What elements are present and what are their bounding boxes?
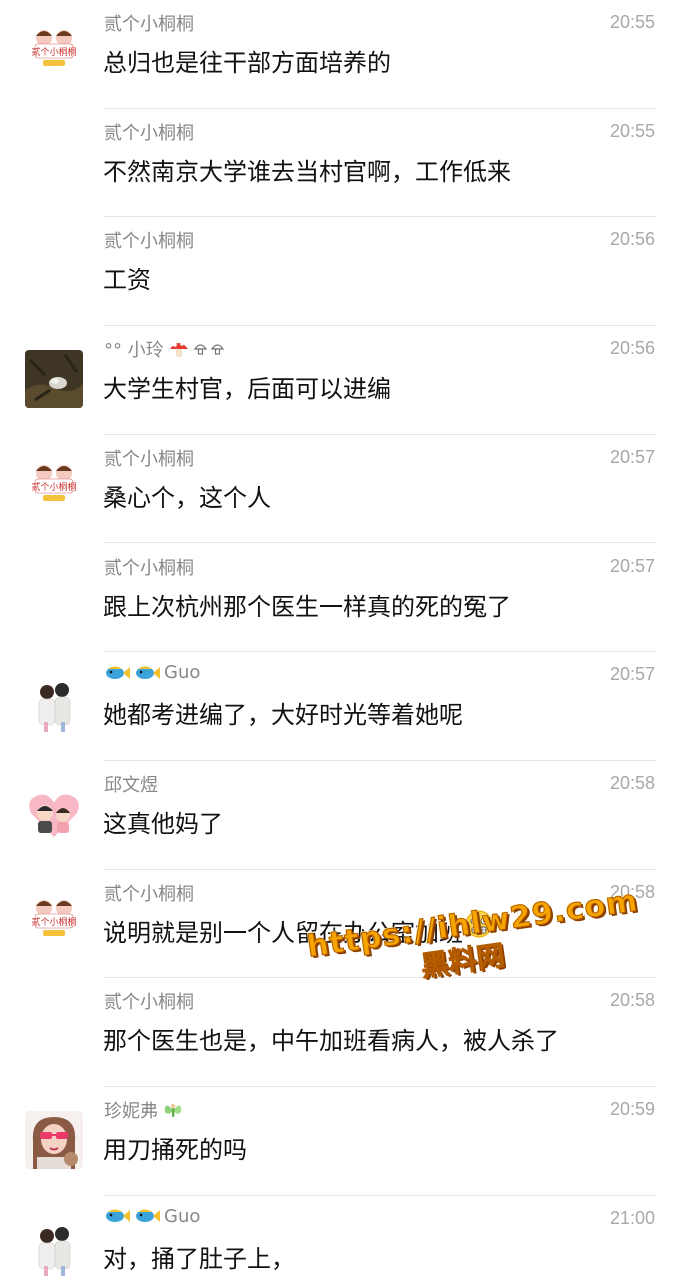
message-time: 20:57: [609, 664, 655, 685]
sender-name: 珍妮弗: [104, 1097, 184, 1123]
sender-name: Guo: [104, 1206, 200, 1227]
sender-name: 贰个小桐桐: [104, 883, 194, 905]
chat-row[interactable]: Guo 21:00 对，捅了肚子上，: [0, 1196, 683, 1280]
message-time: 20:56: [609, 229, 655, 250]
message-time: 21:00: [609, 1207, 655, 1228]
fish-icon: [106, 666, 130, 679]
tongtong-avatar-icon: 贰个小桐桐: [25, 893, 83, 952]
chat-row[interactable]: 贰个小桐桐 20:56 工资: [0, 217, 683, 327]
chat-row[interactable]: 贰个小桐桐 20:57 跟上次杭州那个医生一样真的死的冤了: [0, 544, 683, 653]
chat-row[interactable]: Guo 20:57 她都考进编了，大好时光等着她呢: [0, 652, 683, 761]
mushroom-outline-icon: [193, 344, 207, 355]
chat-row[interactable]: 贰个小桐桐 20:58 那个医生也是，中午加班看病人，被人杀了: [0, 978, 683, 1087]
message-time: 20:58: [609, 990, 655, 1011]
avatar[interactable]: 贰个小桐桐: [25, 458, 83, 517]
avatar-label: 贰个小桐桐: [31, 481, 76, 493]
message-time: 20:57: [609, 555, 655, 576]
message-text: 总归也是往干部方面培养的: [103, 49, 391, 77]
chat-row[interactable]: °° 小玲 20:56 大学生村官，后面可以进编: [0, 326, 683, 435]
fish-icon: [136, 666, 160, 679]
message-text: 工资: [103, 266, 151, 295]
avatar[interactable]: 贰个小桐桐: [25, 24, 83, 82]
chat-row[interactable]: 邱文煜 20:58 这真他妈了: [0, 761, 683, 870]
fish-icon: [106, 1209, 130, 1223]
sender-name: 贰个小桐桐: [104, 231, 194, 253]
chat-row[interactable]: 贰个小桐桐 贰个小桐桐 20:55 总归也是往干部方面培养的: [0, 0, 683, 109]
sender-name: 邱文煜: [104, 774, 158, 796]
sender-name: 贰个小桐桐: [104, 557, 194, 579]
message-text: 用刀捅死的吗: [103, 1136, 247, 1164]
sender-name: 贰个小桐桐: [104, 122, 194, 144]
message-text: 她都考进编了，大好时光等着她呢: [103, 701, 463, 730]
jennifer-avatar-icon: [25, 1111, 83, 1169]
chat-row[interactable]: 贰个小桐桐 贰个小桐桐 20:58 说明就是别一个人留在办公室加班: [0, 870, 683, 979]
message-time: 20:58: [609, 772, 655, 793]
mushroom-outline-icon: [210, 344, 224, 355]
qiuwenyu-avatar-icon: [25, 784, 83, 843]
tongtong-avatar-icon: 贰个小桐桐: [25, 24, 83, 82]
message-text: 说明就是别一个人留在办公室加班: [103, 910, 493, 948]
avatar-label: 贰个小桐桐: [31, 916, 76, 928]
avatar[interactable]: [25, 784, 83, 843]
avatar-label: 贰个小桐桐: [31, 46, 76, 58]
avatar[interactable]: [25, 350, 83, 409]
message-text: 对，捅了肚子上，: [103, 1244, 295, 1273]
guo-avatar-icon: [25, 676, 83, 735]
avatar[interactable]: [25, 1111, 83, 1169]
fish-icon: [136, 1209, 160, 1223]
tongtong-avatar-icon: 贰个小桐桐: [25, 458, 83, 517]
avatar[interactable]: [25, 1219, 83, 1278]
avatar[interactable]: 贰个小桐桐: [25, 893, 83, 952]
sender-name: 贰个小桐桐: [104, 992, 194, 1014]
sender-name: °° 小玲: [104, 336, 224, 362]
message-text: 跟上次杭州那个医生一样真的死的冤了: [103, 592, 511, 621]
guo-avatar-icon: [25, 1219, 83, 1278]
sender-name: 贰个小桐桐: [104, 448, 194, 470]
chat-row[interactable]: 贰个小桐桐 贰个小桐桐 20:57 桑心个，这个人: [0, 435, 683, 544]
message-time: 20:56: [609, 338, 655, 359]
sender-name: 贰个小桐桐: [104, 14, 194, 35]
message-time: 20:58: [609, 881, 655, 902]
fairy-icon: [164, 1103, 182, 1117]
message-text: 这真他妈了: [103, 809, 223, 838]
avatar[interactable]: [25, 676, 83, 735]
mushroom-icon: [169, 342, 188, 358]
chat-message-list: 贰个小桐桐 贰个小桐桐 20:55 总归也是往干部方面培养的 贰个小桐桐 20:…: [0, 0, 683, 1280]
message-text: 那个医生也是，中午加班看病人，被人杀了: [103, 1027, 559, 1056]
message-time: 20:59: [609, 1099, 655, 1119]
message-text: 不然南京大学谁去当村官啊，工作低来: [103, 157, 511, 186]
chat-row[interactable]: 珍妮弗 20:59 用刀捅死的吗: [0, 1087, 683, 1196]
message-text: 桑心个，这个人: [103, 483, 271, 512]
message-time: 20:55: [609, 12, 655, 32]
message-time: 20:55: [609, 120, 655, 141]
message-time: 20:57: [609, 446, 655, 467]
grimace-face-icon: [465, 910, 493, 938]
message-text: 大学生村官，后面可以进编: [103, 375, 391, 404]
sender-name: Guo: [104, 662, 200, 683]
chat-row[interactable]: 贰个小桐桐 20:55 不然南京大学谁去当村官啊，工作低来: [0, 109, 683, 218]
xiaoling-avatar-icon: [25, 350, 83, 409]
